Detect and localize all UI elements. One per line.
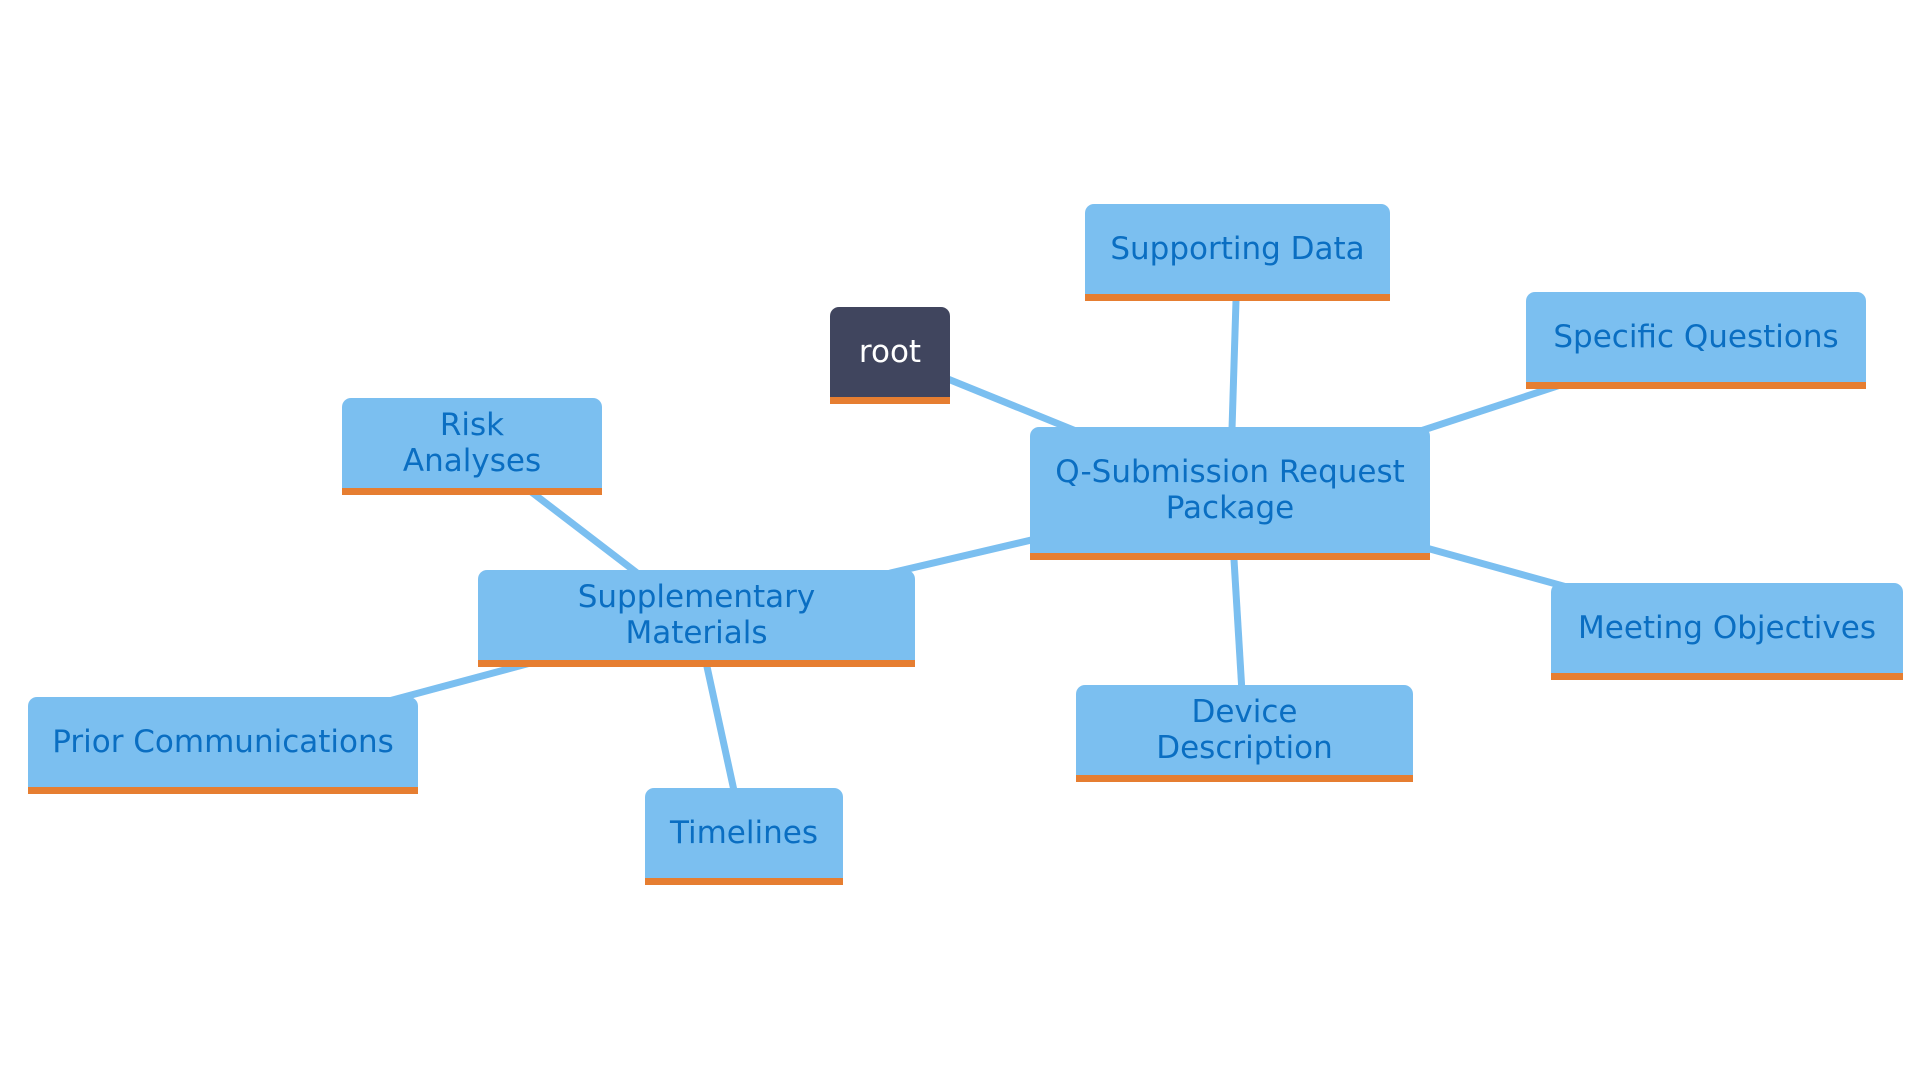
node-prior-communications[interactable]: Prior Communications	[28, 697, 418, 794]
node-label: Specific Questions	[1553, 319, 1839, 355]
node-risk-analyses[interactable]: Risk Analyses	[342, 398, 602, 495]
node-label: Supplementary Materials	[577, 579, 816, 651]
edges-layer	[222, 252, 1728, 838]
node-meeting-objectives[interactable]: Meeting Objectives	[1551, 583, 1903, 680]
node-supplementary-materials[interactable]: Supplementary Materials	[478, 570, 915, 667]
node-device-description[interactable]: Device Description	[1076, 685, 1413, 782]
node-label: Meeting Objectives	[1578, 610, 1876, 646]
node-root[interactable]: root	[830, 307, 950, 404]
node-q-submission-request-package[interactable]: Q-Submission Request Package	[1030, 427, 1430, 560]
node-label: Risk Analyses	[402, 407, 542, 479]
node-label: root	[858, 334, 922, 370]
node-label: Device Description	[1156, 694, 1333, 766]
node-timelines[interactable]: Timelines	[645, 788, 843, 885]
node-supporting-data[interactable]: Supporting Data	[1085, 204, 1390, 301]
node-label: Prior Communications	[52, 724, 394, 760]
node-label: Q-Submission Request Package	[1055, 454, 1405, 526]
node-specific-questions[interactable]: Specific Questions	[1526, 292, 1866, 389]
node-label: Supporting Data	[1110, 231, 1365, 267]
node-label: Timelines	[670, 815, 818, 851]
